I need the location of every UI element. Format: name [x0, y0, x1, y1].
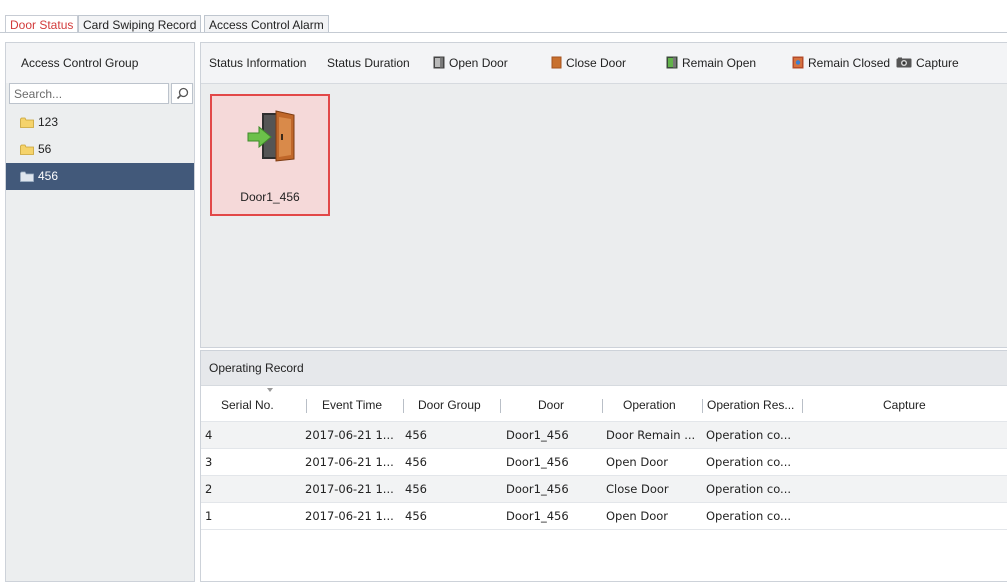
door-tile[interactable]: Door1_456: [210, 94, 330, 216]
group-item-123[interactable]: 123: [6, 109, 194, 136]
open-door-icon: [433, 56, 445, 69]
cell-serial: 2: [205, 482, 213, 496]
cell-door-group: 456: [405, 428, 427, 442]
cell-operation-result: Operation co...: [706, 509, 792, 523]
cell-operation: Close Door: [606, 482, 669, 496]
door-open-arrow-icon: [247, 110, 295, 162]
search-button[interactable]: [171, 83, 193, 104]
group-tree: 123 56 456: [6, 109, 194, 190]
tab-access-control-alarm[interactable]: Access Control Alarm: [204, 15, 329, 33]
cell-operation: Door Remain ...: [606, 428, 696, 442]
cell-event-time: 2017-06-21 1...: [305, 428, 394, 442]
cell-door: Door1_456: [506, 482, 569, 496]
capture-button[interactable]: Capture: [896, 43, 959, 83]
close-door-button[interactable]: Close Door: [551, 43, 626, 83]
group-label: 456: [38, 169, 59, 183]
table-row[interactable]: 1 2017-06-21 1... 456 Door1_456 Open Doo…: [201, 502, 1007, 530]
col-event-time[interactable]: Event Time: [322, 386, 382, 421]
cell-event-time: 2017-06-21 1...: [305, 482, 394, 496]
folder-icon: [20, 171, 34, 182]
col-capture[interactable]: Capture: [883, 386, 926, 421]
operating-record-title: Operating Record: [201, 351, 1007, 386]
remain-open-button[interactable]: Remain Open: [666, 43, 756, 83]
access-control-group-panel: Access Control Group 123 56 456: [5, 42, 195, 582]
remain-closed-icon: [792, 56, 804, 69]
panel-title: Access Control Group: [6, 43, 194, 83]
cell-operation-result: Operation co...: [706, 428, 792, 442]
remain-closed-label: Remain Closed: [808, 56, 891, 70]
tab-card-swiping-record[interactable]: Card Swiping Record: [78, 15, 202, 33]
remain-open-label: Remain Open: [682, 56, 757, 70]
group-item-56[interactable]: 56: [6, 136, 194, 163]
operating-record-panel: Operating Record Serial No. Event Time D…: [200, 350, 1007, 582]
cell-door-group: 456: [405, 455, 427, 469]
cell-operation: Open Door: [606, 509, 669, 523]
remain-closed-button[interactable]: Remain Closed: [792, 43, 890, 83]
tab-door-status[interactable]: Door Status: [5, 15, 79, 33]
close-door-icon: [551, 56, 562, 69]
remain-open-icon: [666, 56, 678, 69]
door-label: Door1_456: [240, 190, 300, 204]
open-door-label: Open Door: [449, 56, 508, 70]
group-label: 56: [38, 142, 52, 156]
cell-event-time: 2017-06-21 1...: [305, 455, 394, 469]
capture-label: Capture: [916, 56, 959, 70]
group-item-456[interactable]: 456: [6, 163, 194, 190]
cell-serial: 1: [205, 509, 213, 523]
cell-serial: 4: [205, 428, 213, 442]
column-separator[interactable]: [602, 399, 603, 413]
col-door[interactable]: Door: [538, 386, 564, 421]
col-operation[interactable]: Operation: [623, 386, 676, 421]
col-door-group[interactable]: Door Group: [418, 386, 481, 421]
close-door-label: Close Door: [566, 56, 627, 70]
cell-serial: 3: [205, 455, 213, 469]
cell-operation-result: Operation co...: [706, 482, 792, 496]
table-row[interactable]: 2 2017-06-21 1... 456 Door1_456 Close Do…: [201, 475, 1007, 502]
door-toolbar: Status Information Status Duration Open …: [201, 43, 1007, 84]
cell-door: Door1_456: [506, 428, 569, 442]
cell-door-group: 456: [405, 509, 427, 523]
column-separator[interactable]: [403, 399, 404, 413]
cell-door: Door1_456: [506, 509, 569, 523]
table-row[interactable]: 3 2017-06-21 1... 456 Door1_456 Open Doo…: [201, 448, 1007, 475]
tab-bar: Door Status Card Swiping Record Access C…: [0, 0, 1007, 33]
cell-operation: Open Door: [606, 455, 669, 469]
door-status-panel: Status Information Status Duration Open …: [200, 42, 1007, 348]
table-row[interactable]: 4 2017-06-21 1... 456 Door1_456 Door Rem…: [201, 421, 1007, 448]
cell-door-group: 456: [405, 482, 427, 496]
folder-icon: [20, 144, 34, 155]
tab-divider: [0, 32, 1007, 33]
col-serial-no[interactable]: Serial No.: [221, 386, 274, 421]
column-separator[interactable]: [306, 399, 307, 413]
camera-icon: [896, 57, 912, 68]
search-input[interactable]: [9, 83, 169, 104]
status-information-button[interactable]: Status Information: [209, 43, 306, 83]
cell-operation-result: Operation co...: [706, 455, 792, 469]
status-duration-button[interactable]: Status Duration: [327, 43, 410, 83]
group-label: 123: [38, 115, 59, 129]
column-separator[interactable]: [802, 399, 803, 413]
cell-door: Door1_456: [506, 455, 569, 469]
table-header: Serial No. Event Time Door Group Door Op…: [201, 386, 1007, 421]
column-separator[interactable]: [500, 399, 501, 413]
open-door-button[interactable]: Open Door: [433, 43, 508, 83]
cell-event-time: 2017-06-21 1...: [305, 509, 394, 523]
search-box: [9, 83, 193, 104]
col-operation-result[interactable]: Operation Res...: [707, 386, 794, 421]
search-icon: [176, 87, 188, 100]
folder-icon: [20, 117, 34, 128]
column-separator[interactable]: [702, 399, 703, 413]
